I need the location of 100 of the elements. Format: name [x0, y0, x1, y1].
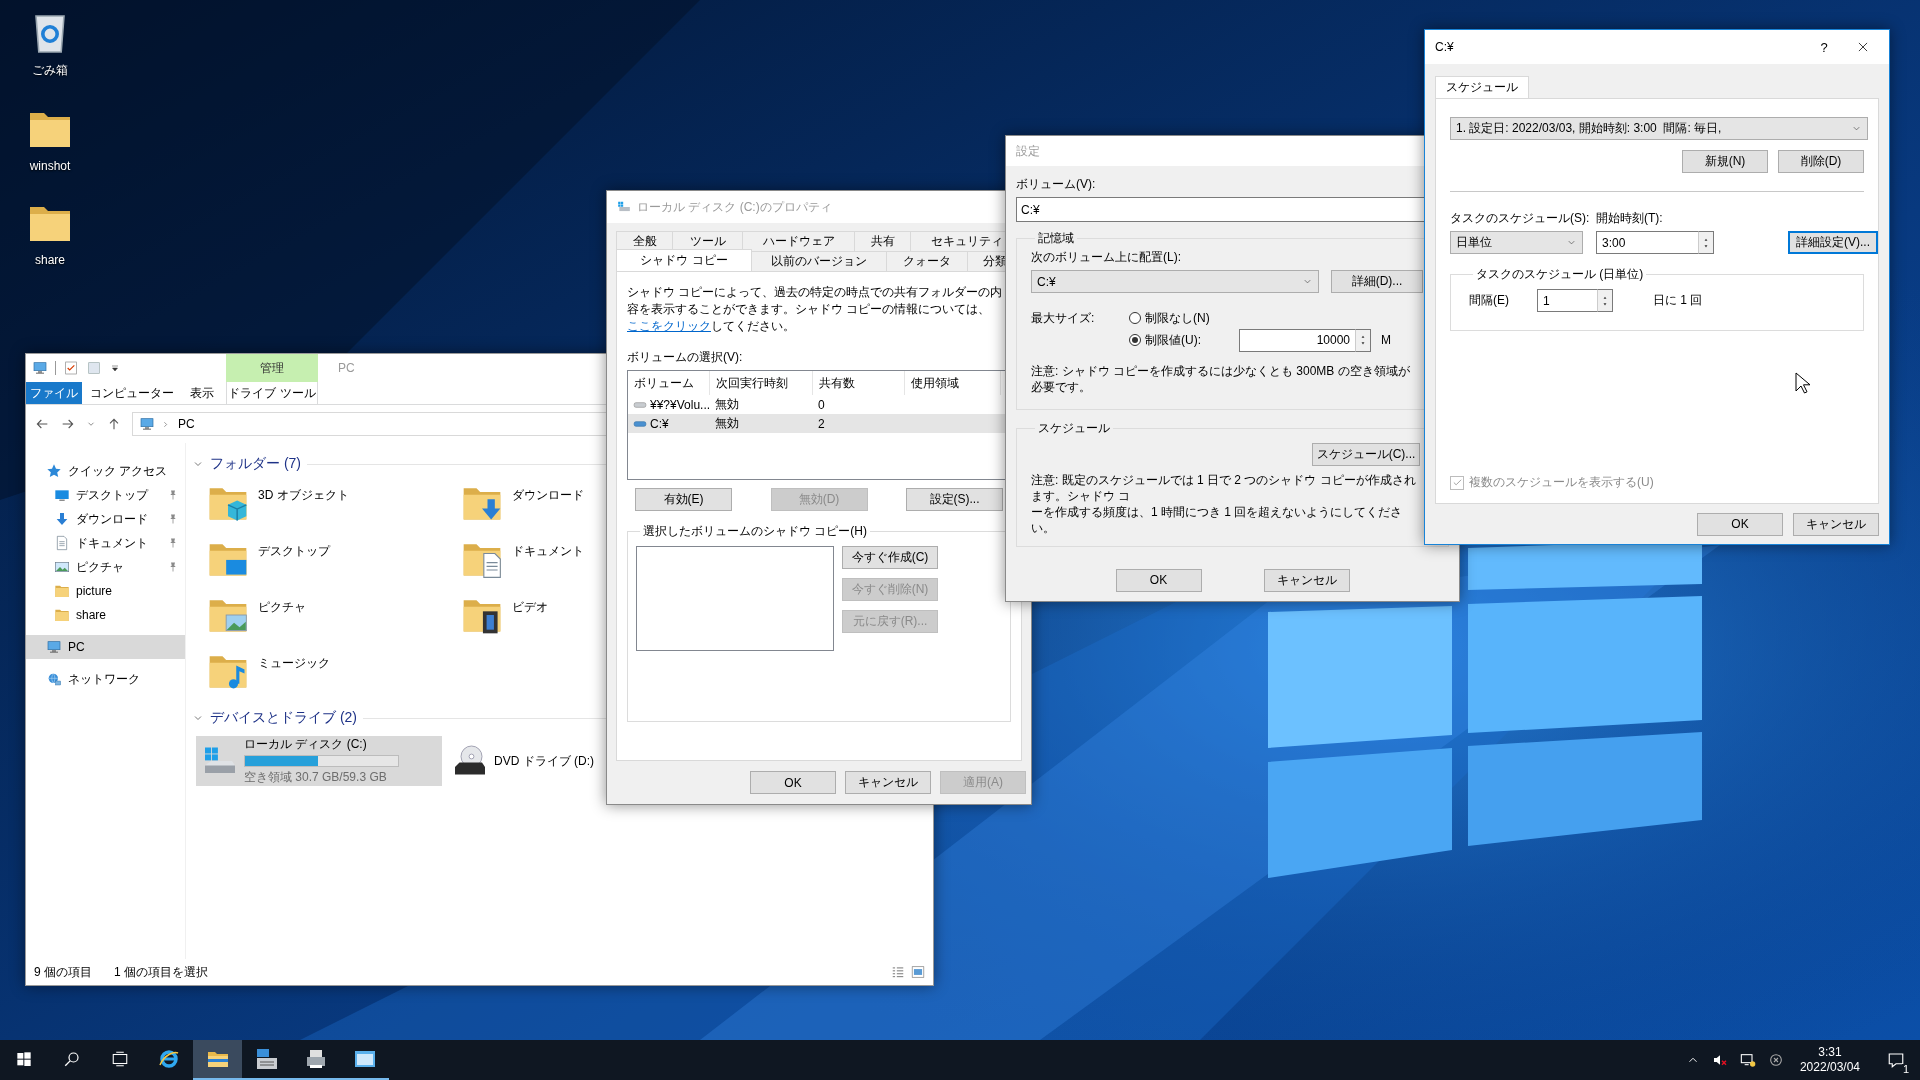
spin-up-icon: [1359, 333, 1367, 340]
field-label: 開始時刻(T):: [1596, 210, 1664, 227]
network-icon[interactable]: [1739, 1052, 1756, 1068]
tab[interactable]: シャドウ コピー: [616, 249, 752, 271]
group-header[interactable]: フォルダー (7): [192, 455, 301, 473]
unit-label: M: [1381, 333, 1391, 347]
radio-option[interactable]: 制限値(U):: [1129, 331, 1239, 349]
ribbon-tab[interactable]: コンピューター: [82, 382, 182, 404]
picture-icon: [54, 559, 70, 575]
dialog-button[interactable]: 設定(S)...: [906, 488, 1003, 511]
column-header[interactable]: 共有数: [813, 371, 905, 395]
number-field[interactable]: 10000: [1239, 328, 1355, 352]
nav-item[interactable]: share: [26, 603, 185, 627]
desktop-icon-label[interactable]: ごみ箱: [32, 62, 68, 79]
status-text: 1 個の項目を選択: [114, 963, 209, 981]
table-cell: 無効: [715, 396, 739, 413]
dialog-button[interactable]: スケジュール(C)...: [1312, 443, 1420, 466]
note-text: 注意: 既定のスケジュールでは 1 日で 2 つのシャドウ コピーが作成されます。シャドウ コ: [1031, 472, 1417, 504]
dialog-button[interactable]: OK: [1115, 568, 1202, 592]
drive-item[interactable]: ローカル ディスク (C:) 空き領域 30.7 GB/59.3 GB: [196, 736, 442, 786]
ribbon-tab[interactable]: 表示: [182, 382, 222, 404]
table-cell: C:¥: [650, 416, 669, 431]
dialog-button[interactable]: 今すぐ作成(C): [842, 546, 938, 569]
column-header[interactable]: ボリューム: [628, 371, 710, 395]
window-title: C:¥: [1435, 40, 1455, 54]
breadcrumb[interactable]: PC: [176, 417, 197, 431]
tiles-view-icon[interactable]: [911, 965, 925, 979]
spin-button[interactable]: [1597, 289, 1613, 312]
note-text: 注意: シャドウ コピーを作成するには少なくとも 300MB の空き領域が必要です。: [1031, 363, 1411, 395]
status-text: 9 個の項目: [34, 963, 92, 981]
table-cell: 無効: [715, 415, 739, 432]
dialog-button[interactable]: 削除(D): [1778, 150, 1864, 173]
group-title: タスクのスケジュール (日単位): [1475, 266, 1645, 283]
dialog-button[interactable]: 詳細(D)...: [1331, 270, 1423, 293]
dialog-button[interactable]: 新規(N): [1682, 150, 1768, 173]
field-label: 間隔(E): [1469, 292, 1510, 309]
network-icon: [46, 671, 62, 687]
nav-item[interactable]: ダウンロード: [26, 507, 185, 531]
schedule-dropdown[interactable]: 1. 設定日: 2022/03/03, 開始時刻: 3:00 間隔: 毎日,: [1450, 117, 1868, 140]
folder-icon: [54, 583, 70, 599]
table-cell: 0: [818, 397, 825, 412]
computer-icon[interactable]: [32, 360, 48, 376]
folder-item[interactable]: ピクチャ: [206, 593, 460, 649]
ribbon-tab[interactable]: ドライブ ツール: [226, 382, 318, 404]
nav-item[interactable]: PC: [26, 635, 185, 659]
dialog-button[interactable]: OK: [750, 771, 836, 794]
help-link[interactable]: ここをクリック: [627, 319, 711, 333]
nav-item[interactable]: ピクチャ: [26, 555, 185, 579]
number-field[interactable]: 1: [1537, 289, 1597, 312]
desktop-icon-label[interactable]: winshot: [29, 159, 71, 173]
group-header[interactable]: デバイスとドライブ (2): [192, 709, 357, 727]
field-label: ボリューム(V):: [1016, 176, 1097, 193]
dropdown[interactable]: C:¥: [1031, 270, 1319, 293]
folder-item[interactable]: 3D オブジェクト: [206, 481, 460, 537]
notification-button[interactable]: 1: [1876, 1040, 1916, 1080]
group-title: 選択したボリュームのシャドウ コピー(H): [642, 523, 868, 540]
field-label: タスクのスケジュール(S):: [1450, 210, 1591, 227]
nav-item[interactable]: ドキュメント: [26, 531, 185, 555]
time-field[interactable]: 3:00: [1596, 231, 1698, 254]
radio-option[interactable]: 制限なし(N): [1129, 309, 1239, 327]
dialog-button[interactable]: キャンセル: [845, 771, 931, 794]
nav-item[interactable]: picture: [26, 579, 185, 603]
download-icon: [54, 511, 70, 527]
field-label: 最大サイズ:: [1031, 309, 1096, 327]
taskbar-app[interactable]: [193, 1040, 242, 1080]
details-view-icon[interactable]: [891, 965, 905, 979]
clock[interactable]: 3:31 2022/03/04: [1795, 1045, 1864, 1075]
properties-icon[interactable]: [63, 360, 79, 376]
dialog-button[interactable]: 詳細設定(V)...: [1788, 231, 1878, 254]
notification-count: 1: [1901, 1064, 1910, 1074]
customize-menu-icon[interactable]: [109, 362, 121, 374]
help-button[interactable]: ?: [1809, 39, 1839, 55]
dropdown[interactable]: 日単位: [1450, 231, 1583, 254]
monitor-icon: [54, 487, 70, 503]
spin-down-icon: [1359, 340, 1367, 347]
dialog-button[interactable]: 有効(E): [635, 488, 732, 511]
context-tab-group: 管理: [226, 354, 318, 382]
column-header[interactable]: 使用領域: [905, 371, 1001, 395]
dialog-button[interactable]: キャンセル: [1263, 568, 1350, 592]
error-icon[interactable]: [1767, 1052, 1784, 1068]
nav-item[interactable]: クイック アクセス: [26, 459, 185, 483]
tab[interactable]: スケジュール: [1435, 76, 1529, 98]
search-icon: [63, 1050, 81, 1068]
window-title: 設定: [1016, 142, 1041, 160]
column-header[interactable]: 次回実行時刻: [710, 371, 813, 395]
dialog-button[interactable]: OK: [1697, 512, 1783, 536]
folder-item[interactable]: デスクトップ: [206, 537, 460, 593]
dialog-button[interactable]: キャンセル: [1793, 512, 1879, 536]
desktop-icon-label[interactable]: share: [35, 253, 65, 267]
folder-item[interactable]: ミュージック: [206, 649, 460, 705]
group-title: スケジュール: [1037, 420, 1111, 437]
ribbon-tab[interactable]: ファイル: [26, 382, 82, 404]
drive-icon: [617, 200, 631, 214]
free-space-text: 空き領域 30.7 GB/59.3 GB: [244, 769, 388, 786]
spin-button[interactable]: [1698, 231, 1714, 254]
nav-item[interactable]: ネットワーク: [26, 667, 185, 691]
nav-item[interactable]: デスクトップ: [26, 483, 185, 507]
spin-button[interactable]: [1355, 328, 1371, 352]
close-icon: [1856, 40, 1870, 54]
note-text: ーを作成する頻度は、1 時間につき 1 回を超えないようにしてください。: [1031, 504, 1404, 536]
